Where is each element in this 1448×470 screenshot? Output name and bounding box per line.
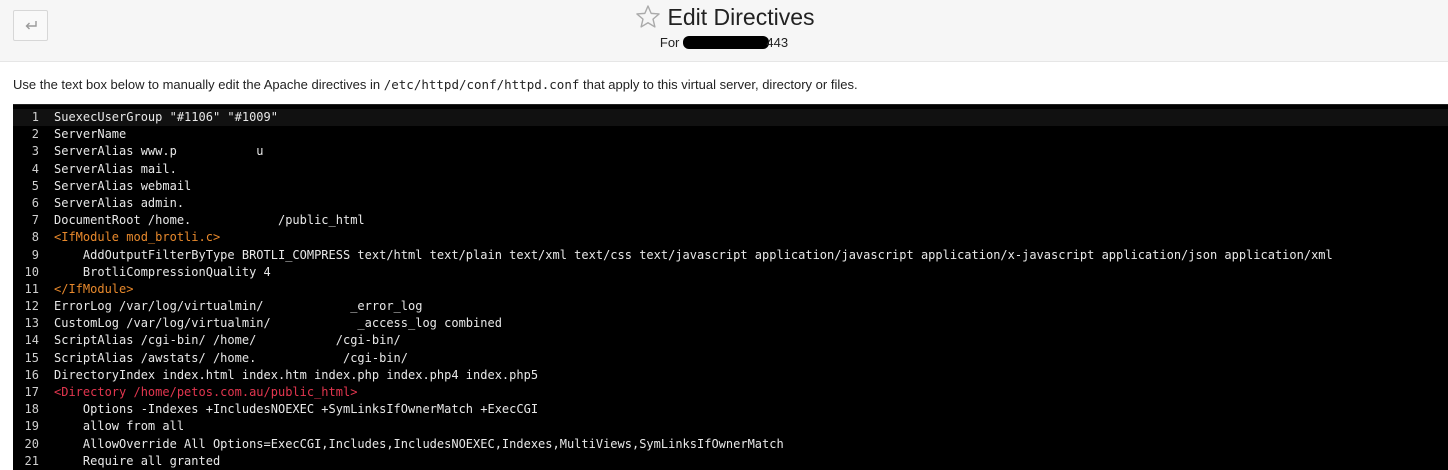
code-line[interactable]: 7 DocumentRoot /home. /public_html xyxy=(13,212,1448,229)
description-before: Use the text box below to manually edit … xyxy=(13,77,384,92)
code-text: <Directory /home/petos.com.au/public_htm… xyxy=(54,385,358,399)
code-text: <IfModule mod_brotli.c> xyxy=(54,230,221,245)
code-text: BrotliCompressionQuality 4 xyxy=(54,264,271,279)
line-number: 11 xyxy=(24,281,39,296)
code-text: Require all granted xyxy=(54,453,221,468)
code-line[interactable]: 17 <Directory /home/petos.com.au/public_h… xyxy=(13,384,1448,401)
code-text: Options -Indexes +IncludesNOEXEC +SymLin… xyxy=(54,402,539,417)
line-number: 3 xyxy=(31,144,39,159)
line-number: 14 xyxy=(24,333,39,348)
description-text: Use the text box below to manually edit … xyxy=(13,77,858,92)
directives-editor[interactable]: 1 SuexecUserGroup "#1106" "#1009" 2 ServerN… xyxy=(13,104,1448,470)
page-title: Edit Directives xyxy=(667,4,815,30)
title-area: Edit Directives xyxy=(0,2,1448,36)
code-line[interactable]: 1 SuexecUserGroup "#1106" "#1009" xyxy=(13,109,1448,127)
line-number: 15 xyxy=(24,350,39,365)
editor-lines: 1 SuexecUserGroup "#1106" "#1009" 2 ServerN… xyxy=(13,105,1448,470)
page-subtitle: For 443 xyxy=(0,35,1448,50)
page-header: Edit Directives For 443 xyxy=(0,0,1448,62)
code-line[interactable]: 14 ScriptAlias /cgi-bin/ /home/ /cgi-bin/ xyxy=(13,332,1448,349)
config-file-path: /etc/httpd/conf/httpd.conf xyxy=(383,77,580,92)
code-line[interactable]: 12 ErrorLog /var/log/virtualmin/ _error_l… xyxy=(13,298,1448,315)
code-line[interactable]: 6 ServerAlias admin. xyxy=(13,195,1448,212)
code-text: AddOutputFilterByType BROTLI_COMPRESS te… xyxy=(54,247,1333,262)
line-number: 9 xyxy=(31,247,39,262)
code-line[interactable]: 2 ServerName xyxy=(13,126,1448,143)
code-line[interactable]: 4 ServerAlias mail. xyxy=(13,161,1448,178)
subtitle-prefix: For xyxy=(659,35,680,50)
line-number: 13 xyxy=(24,316,39,331)
code-text: DirectoryIndex index.html index.htm inde… xyxy=(54,367,539,382)
code-line[interactable]: 19 allow from all xyxy=(13,418,1448,435)
line-number: 17 xyxy=(24,385,39,399)
code-line[interactable]: 3 ServerAlias www.p u xyxy=(13,143,1448,160)
code-text: ScriptAlias /cgi-bin/ /home/ /cgi-bin/ xyxy=(54,333,401,348)
redacted-domain xyxy=(683,36,770,49)
description-after: that apply to this virtual server, direc… xyxy=(579,77,858,92)
code-text: DocumentRoot /home. /public_html xyxy=(54,213,365,228)
code-line[interactable]: 16 DirectoryIndex index.html index.htm in… xyxy=(13,367,1448,384)
code-text: ServerAlias admin. xyxy=(54,195,185,210)
code-text: ServerAlias webmail xyxy=(54,178,192,193)
line-number: 18 xyxy=(24,402,39,417)
line-number: 21 xyxy=(24,453,39,468)
code-text: ServerAlias mail. xyxy=(54,161,177,176)
code-line[interactable]: 18 Options -Indexes +IncludesNOEXEC +Sym… xyxy=(13,401,1448,418)
code-text: CustomLog /var/log/virtualmin/ _access_l… xyxy=(54,316,502,331)
code-line[interactable]: 21 Require all granted xyxy=(13,453,1448,470)
code-line[interactable]: 15 ScriptAlias /awstats/ /home. /cgi-bin/ xyxy=(13,350,1448,367)
code-line[interactable]: 13 CustomLog /var/log/virtualmin/ _access… xyxy=(13,315,1448,332)
line-number: 4 xyxy=(31,161,39,176)
line-number: 5 xyxy=(31,178,39,193)
line-number: 6 xyxy=(31,195,39,210)
star-icon[interactable] xyxy=(634,3,662,31)
code-line[interactable]: 11 </IfModule> xyxy=(13,281,1448,298)
code-text: SuexecUserGroup "#1106" "#1009" xyxy=(54,110,278,124)
code-line[interactable]: 5 ServerAlias webmail xyxy=(13,178,1448,195)
code-text: ServerName xyxy=(54,127,127,142)
subtitle-suffix: 443 xyxy=(766,35,789,50)
code-text: ErrorLog /var/log/virtualmin/ _error_log xyxy=(54,299,423,314)
code-text: </IfModule> xyxy=(54,281,134,296)
code-line[interactable]: 20 AllowOverride All Options=ExecCGI,Inc… xyxy=(13,436,1448,453)
code-text: ScriptAlias /awstats/ /home. /cgi-bin/ xyxy=(54,350,409,365)
line-number: 10 xyxy=(24,264,39,279)
code-text: AllowOverride All Options=ExecCGI,Includ… xyxy=(54,436,784,451)
code-line[interactable]: 8 <IfModule mod_brotli.c> xyxy=(13,229,1448,246)
code-text: ServerAlias www.p u xyxy=(54,144,264,159)
line-number: 20 xyxy=(24,436,39,451)
code-text: allow from all xyxy=(54,419,185,434)
line-number: 7 xyxy=(31,213,39,228)
code-line[interactable]: 9 AddOutputFilterByType BROTLI_COMPRESS … xyxy=(13,247,1448,264)
code-line[interactable]: 10 BrotliCompressionQuality 4 xyxy=(13,264,1448,281)
line-number: 16 xyxy=(24,367,39,382)
line-number: 19 xyxy=(24,419,39,434)
line-number: 12 xyxy=(24,299,39,314)
line-number: 8 xyxy=(31,230,39,245)
line-number: 2 xyxy=(31,127,39,142)
line-number: 1 xyxy=(31,110,39,124)
